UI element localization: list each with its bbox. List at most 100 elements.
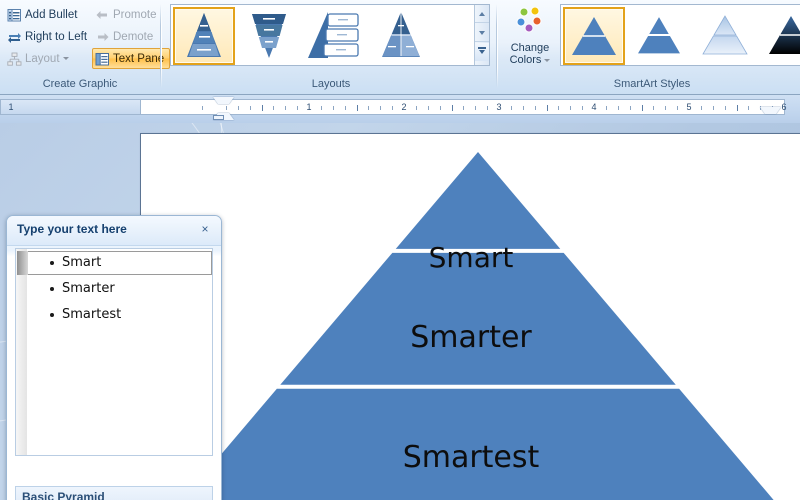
- text-pane-toggle[interactable]: Text Pane: [92, 48, 171, 69]
- ruler-tick: [356, 105, 358, 111]
- ruler-tick: [558, 106, 560, 110]
- smartart-styles-gallery[interactable]: [560, 4, 800, 66]
- ruler-tick: [534, 106, 536, 110]
- chevron-down-bar-icon: [479, 50, 485, 54]
- pyramid-label-top: Smart: [428, 241, 514, 274]
- smartart-styles-body: Change Colors: [502, 0, 800, 72]
- ribbon-group-layouts: Layouts: [166, 0, 496, 94]
- ribbon-group-smartart-styles: Change Colors SmartArt Styles: [502, 0, 800, 94]
- add-bullet-button[interactable]: Add Bullet: [4, 4, 83, 25]
- ruler-number: 1: [306, 102, 312, 112]
- document-page[interactable]: Smart Smarter Smartest: [140, 133, 800, 500]
- list-item[interactable]: Smartest: [27, 303, 212, 327]
- layout-button[interactable]: Layout: [4, 48, 75, 69]
- ruler-tick: [712, 106, 714, 110]
- ruler-tick: [202, 106, 204, 110]
- pyramid-tier-top[interactable]: [395, 152, 561, 249]
- ruler-tick: [510, 106, 512, 110]
- ruler-tick: [237, 106, 239, 110]
- layouts-gallery[interactable]: [170, 4, 490, 66]
- list-item[interactable]: Smarter: [27, 277, 212, 301]
- list-item-gutter: [17, 251, 28, 275]
- close-icon[interactable]: ×: [197, 221, 213, 237]
- demote-button[interactable]: Demote: [92, 26, 159, 47]
- style-thumb-simple-fill[interactable]: [563, 7, 625, 65]
- gallery-scroll-down-button[interactable]: [475, 24, 489, 42]
- ribbon: Add Bullet Right to Left Layout Promote …: [0, 0, 800, 95]
- ruler-tick: [249, 106, 251, 110]
- ruler-left-number: 1: [8, 102, 14, 112]
- ruler-tick: [427, 106, 429, 110]
- text-pane-gutter: [16, 249, 27, 455]
- ruler-tick: [332, 106, 334, 110]
- pyramid-label-bottom: Smartest: [402, 440, 540, 475]
- pyramid-label-middle: Smarter: [410, 320, 532, 355]
- ruler-tick: [380, 106, 382, 110]
- right-to-left-label: Right to Left: [25, 31, 88, 43]
- add-bullet-icon: [7, 8, 22, 23]
- bullet-icon: [50, 261, 54, 265]
- list-item[interactable]: Smart: [17, 251, 212, 275]
- style-thumb-moderate-effect[interactable]: [761, 7, 800, 65]
- style-thumb-white-outline[interactable]: [629, 7, 691, 65]
- ruler-tick: [320, 106, 322, 110]
- ruler-tick: [677, 106, 679, 110]
- layout-thumb-basic-pyramid[interactable]: [173, 7, 235, 65]
- layouts-group-label: Layouts: [311, 78, 351, 90]
- left-indent-marker[interactable]: [213, 115, 224, 120]
- ruler-tick: [415, 106, 417, 110]
- add-bullet-label: Add Bullet: [25, 9, 78, 21]
- ruler-left-margin[interactable]: 1: [0, 99, 141, 115]
- ruler-tick: [748, 106, 750, 110]
- smartart-text-pane[interactable]: Type your text here × Smart Smarter Smar…: [6, 215, 222, 500]
- ruler-tick: [451, 105, 453, 111]
- ruler-tick: [273, 106, 275, 110]
- group-separator: [160, 4, 162, 88]
- list-item-label: Smartest: [62, 307, 122, 322]
- text-pane-title: Type your text here: [17, 222, 127, 236]
- ruler-tick: [463, 106, 465, 110]
- ruler-tick: [724, 106, 726, 110]
- ruler-tick: [439, 106, 441, 110]
- gallery-more-button[interactable]: [475, 43, 489, 61]
- layout-thumb-segmented-pyramid[interactable]: [371, 7, 433, 65]
- ruler-tick: [475, 106, 477, 110]
- horizontal-ruler[interactable]: 123456: [140, 99, 787, 115]
- promote-button[interactable]: Promote: [92, 4, 162, 25]
- create-graphic-commands: Add Bullet Right to Left Layout Promote …: [0, 0, 171, 72]
- promote-label: Promote: [113, 9, 157, 21]
- layout-thumb-pyramid-list[interactable]: [305, 7, 367, 65]
- layout-label: Layout: [25, 53, 60, 65]
- style-thumb-subtle-effect[interactable]: [695, 7, 757, 65]
- layout-thumb-inverted-pyramid[interactable]: [239, 7, 301, 65]
- ruler-tick: [261, 105, 263, 111]
- ruler-tick: [605, 106, 607, 110]
- right-to-left-button[interactable]: Right to Left: [4, 26, 93, 47]
- layout-icon: [7, 52, 22, 67]
- gallery-scroll-up-button[interactable]: [475, 5, 489, 23]
- create-graphic-group-label: Create Graphic: [42, 78, 118, 90]
- change-colors-line2: Colors: [509, 54, 542, 66]
- ruler-tick: [617, 106, 619, 110]
- ruler-tick: [653, 106, 655, 110]
- ruler-tick: [344, 106, 346, 110]
- ruler-tick: [546, 105, 548, 111]
- list-item-label: Smart: [62, 255, 102, 270]
- change-colors-button[interactable]: Change Colors: [504, 2, 556, 70]
- ruler-number: 2: [401, 102, 407, 112]
- group-separator: [496, 4, 498, 88]
- layouts-gallery-scrollbar[interactable]: [474, 5, 489, 65]
- list-item-label: Smarter: [62, 281, 115, 296]
- text-pane-footer-label: Basic Pyramid: [22, 490, 105, 500]
- ruler-tick: [297, 106, 299, 110]
- ruler-tick: [629, 106, 631, 110]
- demote-label: Demote: [113, 31, 154, 43]
- smartart-styles-group-label: SmartArt Styles: [613, 78, 691, 90]
- ruler-tick: [582, 106, 584, 110]
- ruler-tick: [700, 106, 702, 110]
- promote-icon: [95, 8, 110, 23]
- ruler-tick: [487, 106, 489, 110]
- ruler-tick: [522, 106, 524, 110]
- right-indent-marker[interactable]: [760, 107, 781, 121]
- text-pane-list[interactable]: Smart Smarter Smartest: [15, 248, 213, 456]
